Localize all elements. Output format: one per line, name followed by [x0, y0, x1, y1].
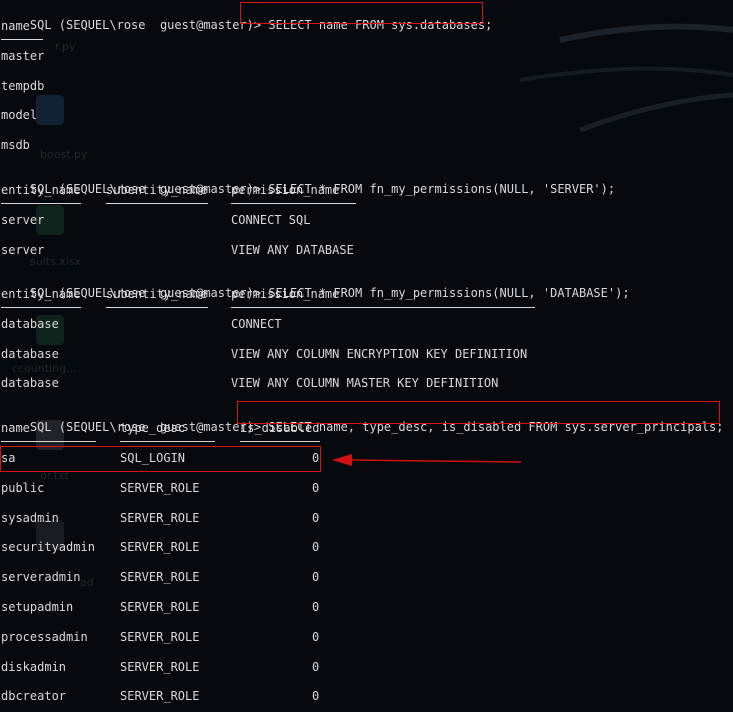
table-cell: public	[1, 481, 45, 495]
result-cell: VIEW ANY DATABASE	[231, 243, 354, 257]
header-underline	[1, 39, 43, 40]
column-header: permission_name	[231, 183, 340, 197]
column-header: entity_name	[1, 287, 81, 301]
prompt: SQL (SEQUEL\rose guest@master)>	[29, 18, 269, 32]
column-header: permission_name	[231, 287, 340, 301]
result-cell: database	[1, 376, 59, 390]
header-underline	[231, 307, 535, 308]
header-underline	[1, 203, 81, 204]
result-cell: database	[1, 317, 59, 331]
annotation-arrow-icon	[332, 454, 522, 466]
header-underline	[106, 203, 208, 204]
result-cell: server	[1, 213, 45, 227]
table-cell: 0	[312, 511, 320, 525]
table-cell: 0	[312, 630, 320, 644]
highlight-box-databases-query	[240, 2, 483, 24]
table-cell: 0	[312, 600, 320, 614]
highlight-box-principals-query	[237, 401, 720, 424]
highlight-box-sa-row	[0, 446, 321, 472]
result-cell: CONNECT SQL	[231, 213, 311, 227]
header-underline	[240, 441, 320, 442]
header-underline	[1, 441, 96, 442]
table-cell: 0	[312, 481, 320, 495]
column-header: name	[1, 19, 30, 33]
table-cell: securityadmin	[1, 540, 95, 554]
table-cell: 0	[312, 689, 320, 703]
table-cell: serveradmin	[1, 570, 81, 584]
table-cell: diskadmin	[1, 660, 67, 674]
table-cell: sysadmin	[1, 511, 59, 525]
table-cell: SERVER_ROLE	[120, 540, 200, 554]
header-underline	[106, 307, 208, 308]
result-cell: model	[1, 108, 38, 122]
table-cell: 0	[312, 660, 320, 674]
table-cell: dbcreator	[1, 689, 67, 703]
result-cell: server	[1, 243, 45, 257]
desktop-file-label: ad	[80, 576, 94, 589]
header-underline	[1, 307, 81, 308]
desktop-file-label: boost.py	[40, 148, 88, 161]
result-cell: VIEW ANY COLUMN ENCRYPTION KEY DEFINITIO…	[231, 347, 528, 361]
table-cell: 0	[312, 570, 320, 584]
table-cell: SERVER_ROLE	[120, 570, 200, 584]
table-cell: processadmin	[1, 630, 88, 644]
table-cell: 0	[312, 540, 320, 554]
table-cell: SERVER_ROLE	[120, 481, 200, 495]
desktop-file-label: ccounting...	[12, 362, 77, 375]
column-header: subentity_name	[106, 287, 208, 301]
table-cell: SERVER_ROLE	[120, 630, 200, 644]
header-underline	[231, 203, 356, 204]
result-cell: database	[1, 347, 59, 361]
table-cell: SERVER_ROLE	[120, 689, 200, 703]
table-cell: SERVER_ROLE	[120, 660, 200, 674]
result-cell: VIEW ANY COLUMN MASTER KEY DEFINITION	[231, 376, 499, 390]
result-cell: CONNECT	[231, 317, 282, 331]
result-cell: master	[1, 49, 45, 63]
column-header: type_desc	[120, 421, 186, 435]
column-header: entity_name	[1, 183, 81, 197]
desktop-python-file-icon	[36, 95, 64, 125]
column-header: name	[1, 421, 30, 435]
table-cell: setupadmin	[1, 600, 74, 614]
result-cell: msdb	[1, 138, 30, 152]
table-cell: SERVER_ROLE	[120, 511, 200, 525]
header-underline	[120, 441, 215, 442]
table-cell: SERVER_ROLE	[120, 600, 200, 614]
result-cell: tempdb	[1, 79, 45, 93]
column-header: subentity_name	[106, 183, 208, 197]
